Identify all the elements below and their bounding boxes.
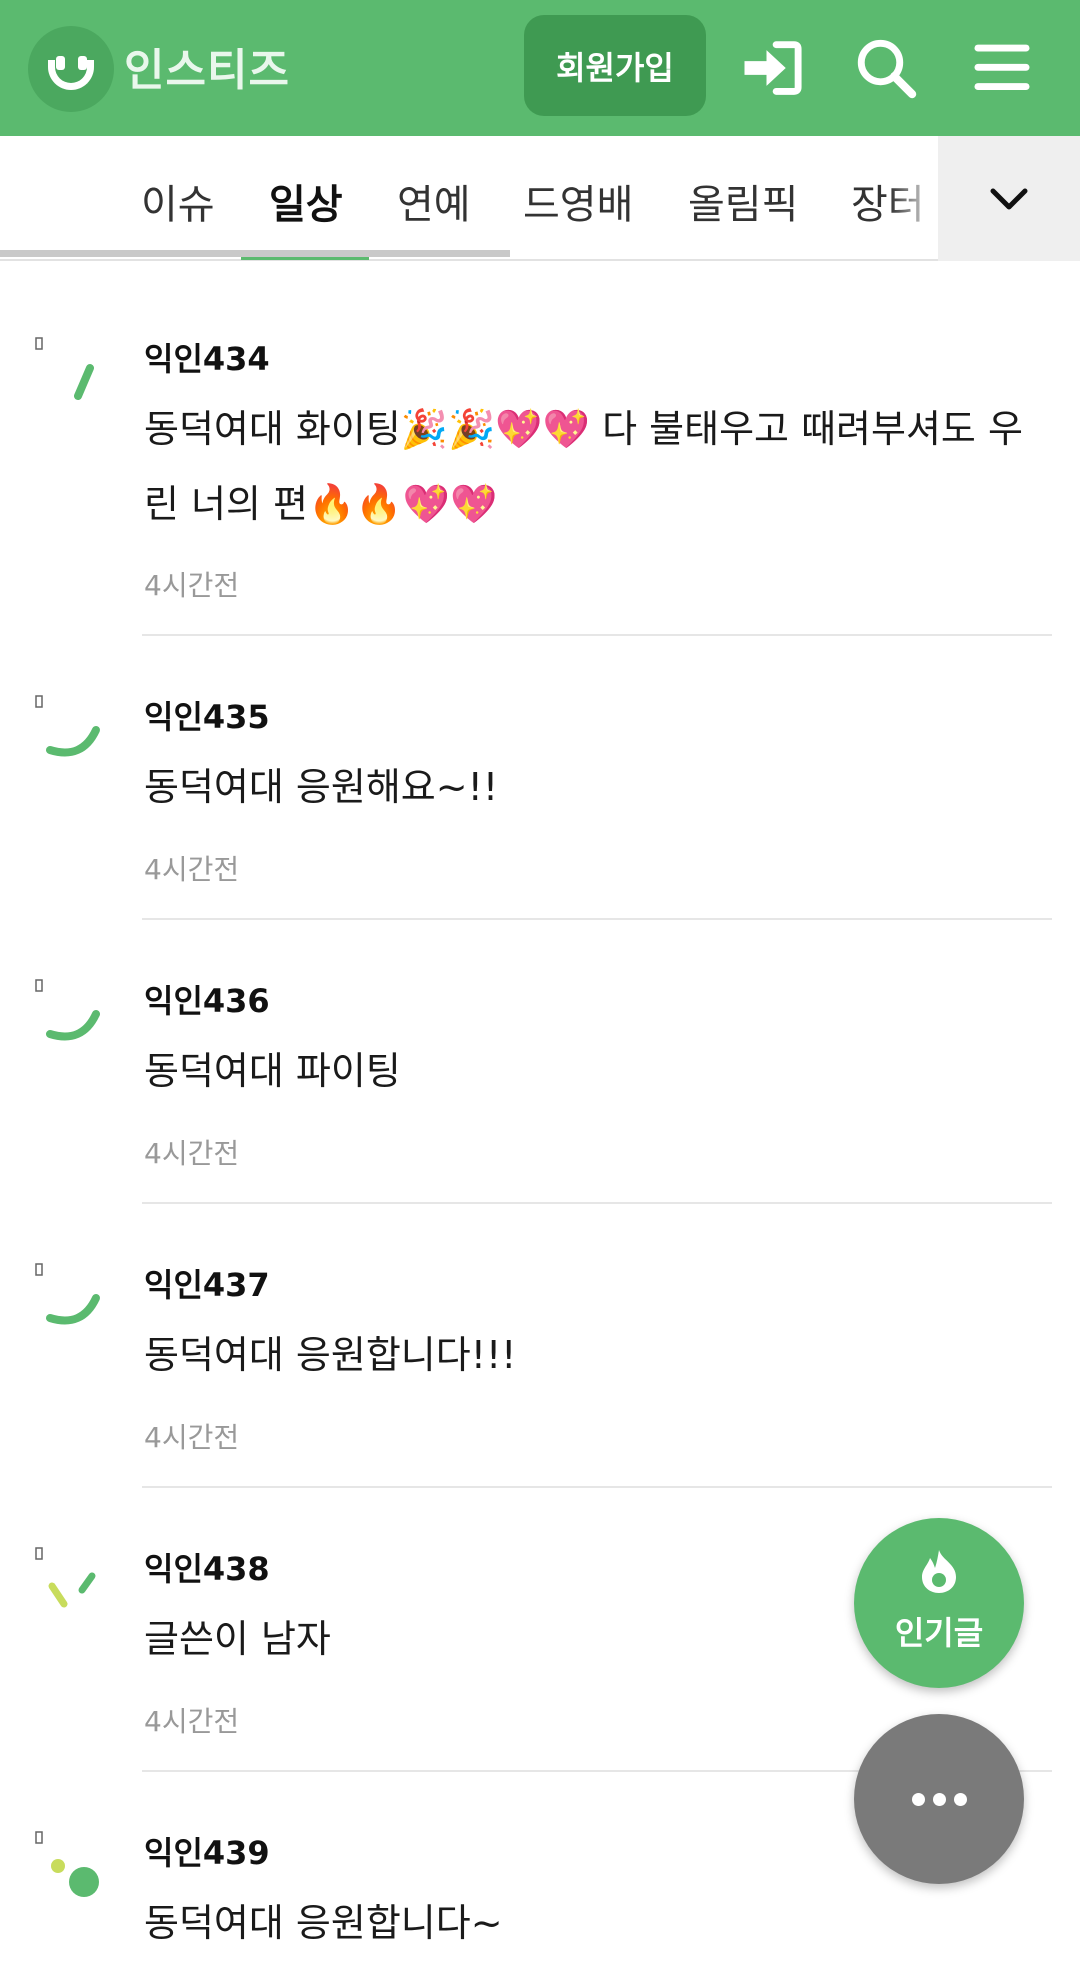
- comment-time: 4시간전: [144, 569, 240, 602]
- brand-name[interactable]: 인스티즈: [124, 34, 290, 98]
- comment-author[interactable]: 익인438: [144, 1544, 270, 1590]
- popular-posts-label: 인기글: [894, 1614, 984, 1652]
- user-avatar-icon[interactable]: [30, 332, 110, 412]
- comment-text: 동덕여대 화이팅🎉🎉💖💖 다 불태우고 때려부셔도 우린 너의 편🔥🔥💖💖: [144, 407, 1023, 526]
- menu-icon[interactable]: [964, 30, 1040, 106]
- divider: [142, 1486, 1052, 1488]
- tab-olympics[interactable]: 올림픽: [688, 172, 798, 230]
- top-app-bar: 인스티즈 회원가입: [0, 0, 1080, 136]
- popular-posts-button[interactable]: 인기글: [854, 1518, 1024, 1688]
- divider: [142, 634, 1052, 636]
- divider: [142, 918, 1052, 920]
- comment-time: 4시간전: [144, 853, 240, 886]
- comment-text: 동덕여대 응원합니다~: [144, 1901, 503, 1945]
- comment-author[interactable]: 익인435: [144, 692, 270, 738]
- flame-icon: [922, 1550, 956, 1593]
- tab-entertainment[interactable]: 연예: [397, 172, 471, 230]
- comment-text: 동덕여대 응원합니다!!!: [144, 1333, 517, 1377]
- search-icon[interactable]: [848, 30, 924, 106]
- tab-scrollbar[interactable]: [0, 250, 510, 257]
- tab-drama-movie[interactable]: 드영배: [523, 172, 633, 230]
- user-avatar-icon[interactable]: [30, 974, 110, 1054]
- comment-author[interactable]: 익인439: [144, 1828, 270, 1874]
- comment-time: 4시간전: [144, 1705, 240, 1738]
- divider: [142, 1202, 1052, 1204]
- comment-author[interactable]: 익인437: [144, 1260, 270, 1306]
- user-avatar-icon[interactable]: [30, 1542, 110, 1622]
- comment-time: 4시간전: [144, 1137, 240, 1170]
- tab-fade: [890, 136, 938, 251]
- user-avatar-icon[interactable]: [30, 1258, 110, 1338]
- category-tabs: 이슈 일상 연예 드영배 올림픽 장터: [0, 136, 1080, 261]
- more-options-button[interactable]: [854, 1714, 1024, 1884]
- user-avatar-icon[interactable]: [30, 690, 110, 770]
- logo-smile-icon[interactable]: [28, 26, 114, 112]
- login-icon[interactable]: [734, 30, 810, 106]
- comment-text: 동덕여대 파이팅: [144, 1049, 401, 1093]
- user-avatar-icon[interactable]: [30, 1826, 110, 1906]
- tab-issue[interactable]: 이슈: [141, 172, 215, 230]
- tab-more-button[interactable]: [938, 136, 1080, 261]
- comment-time: 4시간전: [144, 1421, 240, 1454]
- comment-author[interactable]: 익인434: [144, 334, 270, 380]
- comment-author[interactable]: 익인436: [144, 976, 270, 1022]
- comment-text: 동덕여대 응원해요~!!: [144, 765, 499, 809]
- chevron-down-icon: [990, 188, 1028, 209]
- signup-button[interactable]: 회원가입: [524, 15, 706, 116]
- tab-daily[interactable]: 일상: [269, 172, 343, 230]
- more-dots-icon: [911, 1792, 925, 1806]
